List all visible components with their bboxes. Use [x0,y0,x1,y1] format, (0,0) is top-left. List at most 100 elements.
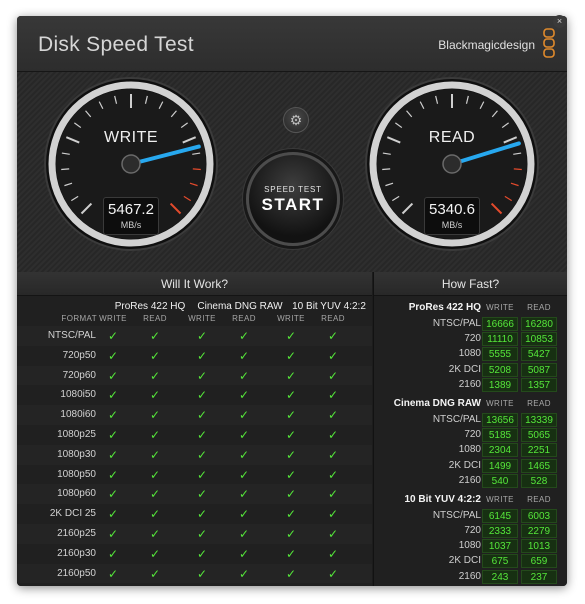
cinema-dng-write-header: WRITE [188,314,216,323]
prores-read-check-icon: ✓ [149,427,161,442]
prores-read-header: READ [143,314,167,323]
prores-read-check-icon: ✓ [149,566,161,581]
cinema-dng-read-check-icon: ✓ [238,566,250,581]
prores-write-check-icon: ✓ [107,467,119,482]
yuv-read-check-icon: ✓ [327,467,339,482]
prores-write-check-icon: ✓ [107,566,119,581]
cinema-dng-read-check-icon: ✓ [238,368,250,383]
read-fps-value: 6003 [521,508,557,523]
yuv-write-check-icon: ✓ [285,368,297,383]
yuv-read-check-icon: ✓ [327,566,339,581]
resolution-label: NTSC/PAL [432,318,481,329]
cinema-dng-write-check-icon: ✓ [196,467,208,482]
format-row: 2160p50 ✓ ✓ ✓ ✓ ✓ ✓ [17,563,372,584]
prores-write-check-icon: ✓ [107,329,119,343]
settings-button[interactable]: ⚙ [283,107,309,133]
speed-row: 2K DCI 5208 5087 [374,362,567,377]
yuv-read-check-icon: ✓ [327,507,339,522]
prores-write-header: WRITE [99,314,127,323]
write-fps-value: 2333 [482,524,518,539]
cinema-dng-read-check-icon: ✓ [238,388,250,403]
cinema-dng-write-check-icon: ✓ [196,408,208,423]
read-fps-value: 237 [521,569,557,584]
speed-section-header: Cinema DNG RAW WRITE READ [374,395,567,412]
speed-section: ProRes 422 HQ WRITE READ NTSC/PAL 16666 16280… [374,299,567,392]
prores-write-check-icon: ✓ [107,546,119,561]
codec-name: 10 Bit YUV 4:2:2 [404,493,481,505]
will-it-work-heading: Will It Work? [17,272,372,296]
gear-icon: ⚙ [289,112,303,128]
format-row: 1080p25 ✓ ✓ ✓ ✓ ✓ ✓ [17,425,372,445]
read-fps-value: 1357 [521,377,557,392]
cinema-dng-write-check-icon: ✓ [196,507,208,522]
read-needle-hub [442,154,462,174]
read-fps-value: 2251 [521,443,557,458]
yuv-write-check-icon: ✓ [285,408,297,423]
app-title: Disk Speed Test [38,33,194,56]
close-button[interactable]: × [553,15,566,28]
write-fps-value: 540 [482,473,518,488]
write-tick [192,168,201,171]
yuv-read-check-icon: ✓ [327,408,339,423]
format-label: 1080i60 [60,409,96,421]
read-tick [513,168,522,171]
write-speed-value: 5467.2 [108,201,154,218]
yuv-write-check-icon: ✓ [285,546,297,561]
cinema-dng-read-check-icon: ✓ [238,546,250,561]
prores-read-check-icon: ✓ [149,447,161,462]
column-subheaders: FORMAT WRITE READ WRITE READ WRITE READ [17,314,372,326]
read-fps-value: 13339 [521,412,557,427]
format-row: 2K DCI 25 ✓ ✓ ✓ ✓ ✓ ✓ [17,504,372,524]
start-button-caption: SPEED TEST [264,185,322,194]
read-fps-value: 10853 [521,332,557,347]
format-label: 2160p50 [57,567,96,579]
speed-row: NTSC/PAL 6145 6003 [374,508,567,523]
yuv-write-check-icon: ✓ [285,388,297,403]
format-label: 1080p60 [57,488,96,500]
format-label: 1080p30 [57,448,96,460]
cinema-dng-write-check-icon: ✓ [196,368,208,383]
cinema-dng-write-check-icon: ✓ [196,447,208,462]
format-row: 1080p50 ✓ ✓ ✓ ✓ ✓ ✓ [17,465,372,485]
format-label: 2K DCI 25 [49,508,96,520]
close-icon: × [556,16,563,26]
write-column-header: WRITE [486,303,514,312]
start-button[interactable]: SPEED TEST START [246,152,340,246]
resolution-label: NTSC/PAL [432,413,481,425]
read-fps-value: 1465 [521,458,557,473]
yuv-write-check-icon: ✓ [285,329,297,343]
cinema-dng-write-check-icon: ✓ [196,427,208,442]
read-speed-unit: MB/s [441,220,463,230]
cinema-dng-read-check-icon: ✓ [238,467,250,482]
format-row: 2160p25 ✓ ✓ ✓ ✓ ✓ ✓ [17,523,372,544]
write-column-header: WRITE [486,494,514,504]
format-label: 1080i50 [60,389,96,401]
cinema-dng-read-check-icon: ✓ [238,329,250,343]
speed-row: 2160 243 237 [374,569,567,584]
resolution-label: 720 [464,333,481,345]
prores-write-check-icon: ✓ [107,368,119,383]
yuv-write-header: WRITE [277,314,305,323]
resolution-label: 1080 [458,540,481,552]
format-label: 1080p50 [57,468,96,480]
speed-row: 2K DCI 1499 1465 [374,458,567,473]
cinema-dng-read-check-icon: ✓ [238,507,250,522]
format-group-headers: ProRes 422 HQ Cinema DNG RAW 10 Bit YUV … [17,296,372,314]
prores-write-check-icon: ✓ [107,487,119,502]
group-header-cinema-dng: Cinema DNG RAW [197,301,283,312]
read-column-header: READ [527,494,551,504]
cinema-dng-write-check-icon: ✓ [196,546,208,561]
format-label: 720p60 [62,369,96,381]
format-label: 2160p30 [57,547,96,559]
yuv-write-check-icon: ✓ [285,526,297,541]
prores-write-check-icon: ✓ [107,526,119,541]
read-fps-value: 659 [521,554,557,569]
read-fps-value: 5065 [521,428,557,443]
speed-section-header: 10 Bit YUV 4:2:2 WRITE READ [374,491,567,508]
cinema-dng-read-check-icon: ✓ [238,447,250,462]
disk-speed-test-window: Disk Speed Test Blackmagicdesign WRITE 5… [17,16,567,586]
prores-read-check-icon: ✓ [149,348,161,363]
group-header-prores: ProRes 422 HQ [114,301,186,312]
yuv-read-check-icon: ✓ [327,526,339,541]
brand-name: Blackmagicdesign [438,38,535,52]
